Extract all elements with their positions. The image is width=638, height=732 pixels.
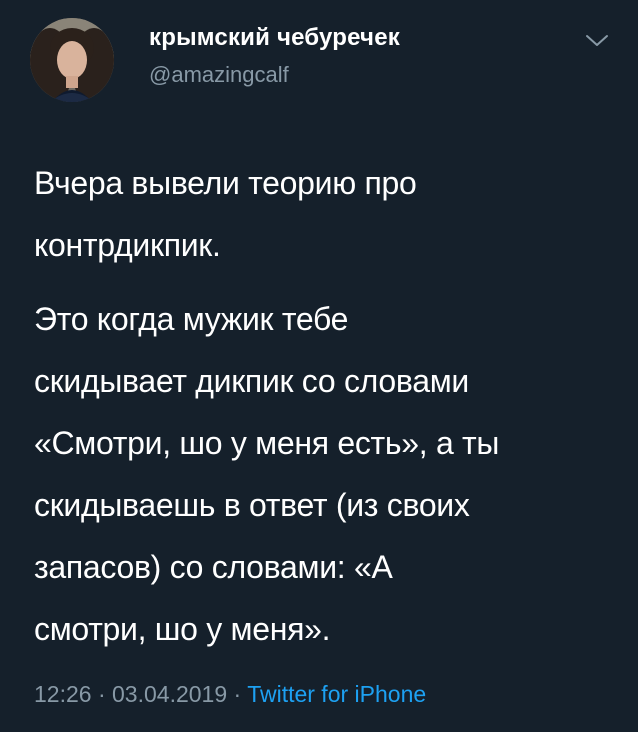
- tweet-paragraph: Вчера вывели теорию про контрдикпик.: [34, 165, 417, 263]
- tweet-paragraph: Это когда мужик тебе скидывает дикпик со…: [34, 301, 500, 647]
- meta-separator: ·: [233, 681, 242, 707]
- user-handle[interactable]: @amazingcalf: [149, 62, 289, 88]
- tweet-text: Вчера вывели теорию про контрдикпик. Это…: [34, 152, 624, 660]
- tweet-date[interactable]: 03.04.2019: [112, 681, 227, 707]
- display-name[interactable]: крымский чебуречек: [149, 24, 400, 52]
- meta-separator: ·: [97, 681, 106, 707]
- avatar[interactable]: [30, 18, 114, 102]
- tweet-card: крымский чебуречек @amazingcalf Вчера вы…: [0, 0, 638, 732]
- tweet-source-link[interactable]: Twitter for iPhone: [247, 681, 426, 707]
- chevron-down-icon[interactable]: [584, 32, 610, 50]
- tweet-meta: 12:26 · 03.04.2019 · Twitter for iPhone: [34, 681, 426, 708]
- tweet-time[interactable]: 12:26: [34, 681, 92, 707]
- avatar-photo: [30, 18, 114, 102]
